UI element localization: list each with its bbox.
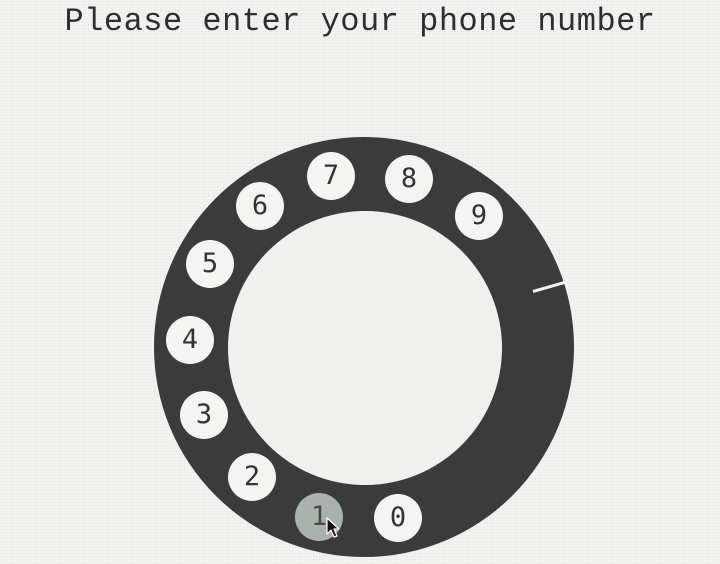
rotary-dial[interactable]: 1 2 3 4 5 6 7 8 9 0 — [154, 137, 574, 557]
digit-hole-4[interactable]: 4 — [166, 316, 214, 364]
digit-hole-5[interactable]: 5 — [186, 240, 234, 288]
dial-center-plate — [228, 211, 502, 485]
digit-hole-8[interactable]: 8 — [385, 155, 433, 203]
digit-hole-3[interactable]: 3 — [180, 391, 228, 439]
digit-hole-9[interactable]: 9 — [455, 192, 503, 240]
digit-hole-6[interactable]: 6 — [236, 182, 284, 230]
finger-stop — [532, 279, 569, 293]
page-title: Please enter your phone number — [64, 3, 656, 40]
digit-hole-2[interactable]: 2 — [228, 453, 276, 501]
digit-hole-0[interactable]: 0 — [374, 494, 422, 542]
mouse-pointer-icon — [326, 517, 340, 538]
digit-hole-7[interactable]: 7 — [307, 152, 355, 200]
